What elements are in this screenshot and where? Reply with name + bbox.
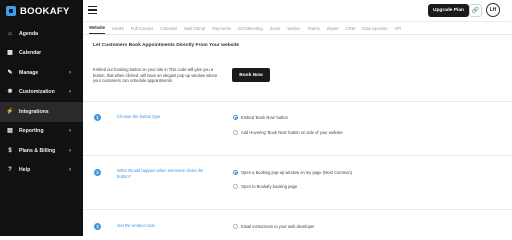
- menu-icon[interactable]: [88, 6, 97, 14]
- option-popup-window[interactable]: Open a Booking pop-up window on my page …: [233, 170, 352, 175]
- sidebar-item-label: Customization: [19, 89, 55, 96]
- chevron-right-icon: ›: [69, 147, 71, 154]
- tab-hooks[interactable]: Hooks: [112, 22, 124, 34]
- tab-website[interactable]: Website: [89, 22, 105, 34]
- option-hovering-button[interactable]: Add Hovering 'Book Now' button on side o…: [233, 130, 343, 135]
- dollar-icon: $: [8, 147, 12, 154]
- option-email-developer[interactable]: Email instructions to your web developer: [233, 224, 315, 229]
- avatar[interactable]: LH: [486, 3, 500, 17]
- option-label: Open a Booking pop-up window on my page …: [241, 170, 353, 175]
- tab-mail-chimp[interactable]: Mail Chimp: [184, 22, 205, 34]
- logo-icon: [6, 6, 16, 16]
- tab-data-injection[interactable]: Data injection: [362, 22, 387, 34]
- radio-unchecked[interactable]: [233, 130, 238, 135]
- sidebar: BOOKAFY ⌂ Agenda ▦ Calendar ✎ Manage › ❋…: [0, 0, 83, 236]
- sidebar-item-agenda[interactable]: ⌂ Agenda: [0, 24, 83, 44]
- sidebar-nav: ⌂ Agenda ▦ Calendar ✎ Manage › ❋ Customi…: [0, 24, 83, 180]
- step-number-badge: 1: [94, 114, 101, 121]
- tab-zapier[interactable]: Zapier: [327, 22, 339, 34]
- intro-description: Embed our booking button on your site in…: [93, 67, 218, 84]
- help-icon: ?: [8, 167, 12, 174]
- tab-calendar[interactable]: Calendar: [160, 22, 177, 34]
- tab-api[interactable]: API: [395, 22, 402, 34]
- option-label: Add Hovering 'Book Now' button on side o…: [241, 130, 343, 135]
- step-question: Choose the button type: [117, 114, 161, 119]
- sidebar-item-label: Plans & Billing: [19, 147, 56, 154]
- sidebar-item-reporting[interactable]: ▤ Reporting ›: [0, 122, 83, 142]
- radio-unchecked[interactable]: [233, 184, 238, 189]
- option-embed-button[interactable]: Embed 'Book Now' button: [233, 115, 288, 120]
- chart-icon: ▤: [7, 128, 13, 135]
- tab-teams[interactable]: Teams: [307, 22, 319, 34]
- sidebar-item-label: Integrations: [19, 108, 49, 115]
- sidebar-item-label: Help: [19, 167, 31, 174]
- sidebar-item-plans-billing[interactable]: $ Plans & Billing ›: [0, 141, 83, 161]
- option-label: Open to Bookafy booking page: [241, 184, 298, 189]
- tab-full-contact[interactable]: Full Contact: [131, 22, 153, 34]
- palette-icon: ❋: [7, 89, 13, 96]
- step-question: Get the embed code: [117, 223, 155, 228]
- top-bar: Upgrade Plan 🔗 LH: [83, 0, 512, 22]
- tabs-divider: [83, 34, 512, 35]
- tab-zoom[interactable]: Zoom: [270, 22, 281, 34]
- option-booking-page[interactable]: Open to Bookafy booking page: [233, 184, 297, 189]
- sidebar-item-manage[interactable]: ✎ Manage ›: [0, 63, 83, 83]
- tab-payments[interactable]: Payments: [212, 22, 231, 34]
- bolt-icon: ⚡: [6, 108, 14, 115]
- chevron-right-icon: ›: [69, 69, 71, 76]
- step-number-badge: 3: [94, 223, 101, 230]
- integration-tabs: Website Hooks Full Contact Calendar Mail…: [89, 22, 401, 34]
- section-divider: [83, 155, 512, 156]
- radio-checked[interactable]: [233, 115, 238, 120]
- link-icon[interactable]: 🔗: [469, 4, 482, 17]
- sidebar-item-calendar[interactable]: ▦ Calendar: [0, 44, 83, 64]
- chevron-right-icon: ›: [69, 167, 71, 174]
- tab-crm[interactable]: CRM: [346, 22, 356, 34]
- sidebar-item-label: Manage: [19, 69, 39, 76]
- sidebar-item-customization[interactable]: ❋ Customization ›: [0, 83, 83, 103]
- section-divider: [83, 101, 512, 102]
- sidebar-item-label: Calendar: [19, 50, 42, 57]
- tab-webex[interactable]: Webex: [287, 22, 300, 34]
- radio-unchecked[interactable]: [233, 224, 238, 229]
- section-divider: [83, 209, 512, 210]
- sidebar-item-integrations[interactable]: ⚡ Integrations: [0, 102, 83, 122]
- calendar-icon: ▦: [7, 50, 13, 57]
- sidebar-item-label: Reporting: [19, 128, 44, 135]
- chevron-right-icon: ›: [69, 128, 71, 135]
- step-number-badge: 2: [94, 169, 101, 176]
- radio-checked[interactable]: [233, 170, 238, 175]
- brand[interactable]: BOOKAFY: [0, 0, 83, 22]
- sidebar-item-label: Agenda: [19, 30, 39, 37]
- book-now-button[interactable]: Book Now: [232, 68, 270, 82]
- brand-name: BOOKAFY: [20, 5, 70, 17]
- tab-gotomeeting[interactable]: GoToMeeting: [238, 22, 263, 34]
- sidebar-item-help[interactable]: ? Help ›: [0, 161, 83, 181]
- page-title: Let Customers Book Appointments Directly…: [93, 43, 240, 48]
- step-question: What should happen when someone clicks t…: [117, 168, 204, 179]
- upgrade-plan-button[interactable]: Upgrade Plan: [428, 4, 469, 17]
- chevron-right-icon: ›: [69, 89, 71, 96]
- home-icon: ⌂: [8, 30, 12, 37]
- edit-icon: ✎: [7, 69, 13, 76]
- option-label: Embed 'Book Now' button: [241, 115, 288, 120]
- option-label: Email instructions to your web developer: [241, 224, 315, 229]
